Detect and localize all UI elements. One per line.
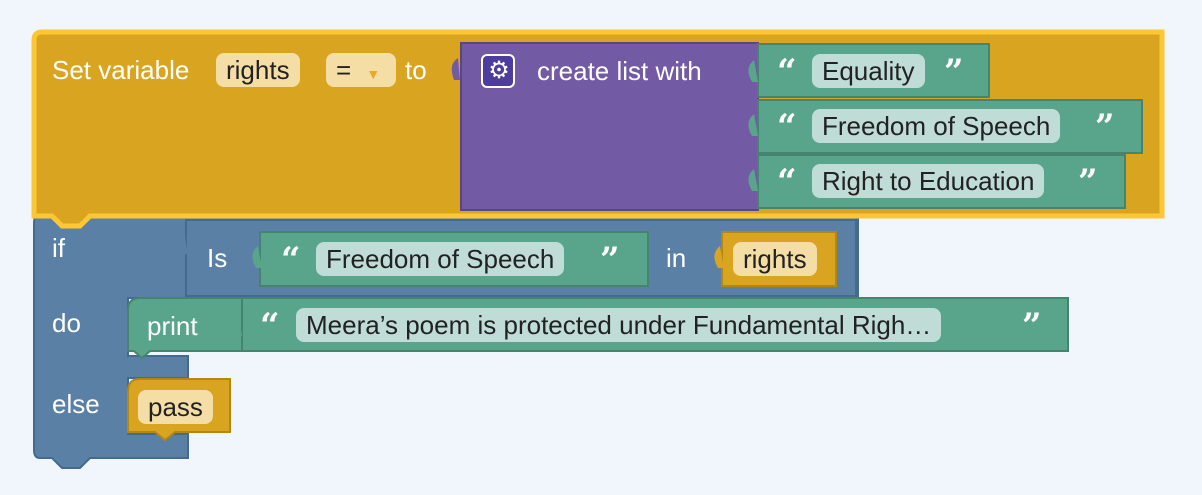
if-label: if: [52, 233, 65, 263]
list-item-2-field[interactable]: Freedom of Speech: [812, 109, 1061, 143]
condition-text-field[interactable]: Freedom of Speech: [316, 242, 565, 276]
close-quote-icon: ”: [1078, 162, 1098, 202]
operator-dropdown[interactable]: = ▼: [326, 53, 396, 87]
open-quote-icon: “: [777, 162, 797, 202]
list-item-1-field[interactable]: Equality: [812, 54, 925, 88]
variable-name-field[interactable]: rights: [216, 53, 300, 87]
do-label: do: [52, 308, 81, 338]
is-label: Is: [207, 243, 228, 273]
close-quote-icon: ”: [1022, 306, 1042, 346]
open-quote-icon: “: [260, 306, 280, 346]
condition-variable-field[interactable]: rights: [733, 242, 817, 276]
set-variable-label: Set variable: [52, 55, 190, 85]
open-quote-icon: “: [777, 107, 797, 147]
open-quote-icon: “: [777, 52, 797, 92]
close-quote-icon: ”: [944, 52, 964, 92]
to-label: to: [405, 55, 427, 85]
close-quote-icon: ”: [1095, 107, 1115, 147]
dropdown-arrow-icon: ▼: [366, 66, 381, 82]
print-label: print: [147, 311, 198, 341]
in-label: in: [666, 243, 687, 273]
create-list-label: create list with: [537, 56, 702, 86]
operator-value: =: [336, 55, 352, 85]
open-quote-icon: “: [281, 240, 301, 280]
print-text-field[interactable]: Meera’s poem is protected under Fundamen…: [296, 308, 942, 342]
else-label: else: [52, 389, 100, 419]
close-quote-icon: ”: [600, 240, 620, 280]
list-item-3-field[interactable]: Right to Education: [812, 164, 1045, 198]
gear-icon: ⚙: [488, 57, 510, 84]
pass-label: pass: [138, 390, 213, 424]
